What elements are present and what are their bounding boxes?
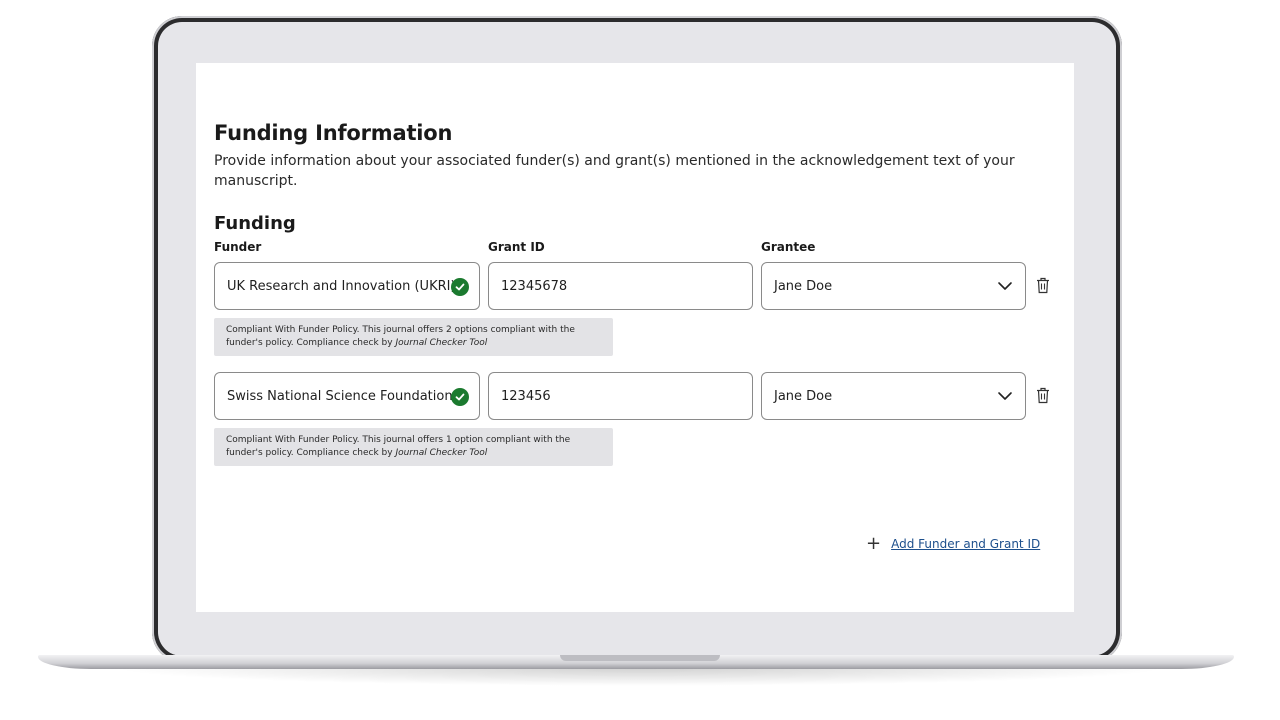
check-circle-icon: [451, 278, 469, 296]
compliance-note-tool: Journal Checker Tool: [395, 338, 488, 348]
page-title: Funding Information: [214, 121, 453, 145]
grantee-value: Jane Doe: [774, 278, 833, 294]
trash-icon[interactable]: [1036, 387, 1050, 404]
column-labels: Funder Grant ID Grantee: [214, 240, 1056, 258]
grantee-select[interactable]: Jane Doe: [761, 262, 1026, 310]
laptop-notch: [560, 655, 720, 661]
grant-id-label: Grant ID: [488, 240, 545, 254]
funder-label: Funder: [214, 240, 262, 254]
compliance-note-tool: Journal Checker Tool: [395, 448, 488, 458]
funder-input[interactable]: Swiss National Science Foundation: [214, 372, 480, 420]
funder-value: UK Research and Innovation (UKRI): [227, 278, 453, 294]
trash-icon[interactable]: [1036, 277, 1050, 294]
grant-id-input[interactable]: 12345678: [488, 262, 753, 310]
grantee-label: Grantee: [761, 240, 816, 254]
section-title-funding: Funding: [214, 213, 296, 234]
funder-value: Swiss National Science Foundation: [227, 388, 453, 404]
funding-row: UK Research and Innovation (UKRI) 123456…: [214, 262, 1056, 310]
plus-icon: +: [866, 533, 882, 554]
add-funder-link[interactable]: + Add Funder and Grant ID: [866, 535, 1040, 553]
chevron-down-icon: [998, 282, 1012, 290]
screen: Funding Information Provide information …: [196, 63, 1074, 612]
grant-id-value: 12345678: [501, 278, 568, 294]
compliance-note: Compliant With Funder Policy. This journ…: [214, 428, 613, 466]
chevron-down-icon: [998, 392, 1012, 400]
funding-row: Swiss National Science Foundation 123456…: [214, 372, 1056, 420]
funding-form: Funding Information Provide information …: [214, 121, 1056, 466]
grant-id-value: 123456: [501, 388, 551, 404]
add-funder-label: Add Funder and Grant ID: [891, 537, 1041, 551]
laptop-shadow: [110, 668, 1170, 686]
grant-id-input[interactable]: 123456: [488, 372, 753, 420]
compliance-note: Compliant With Funder Policy. This journ…: [214, 318, 613, 356]
grantee-value: Jane Doe: [774, 388, 833, 404]
grantee-select[interactable]: Jane Doe: [761, 372, 1026, 420]
funder-input[interactable]: UK Research and Innovation (UKRI): [214, 262, 480, 310]
check-circle-icon: [451, 388, 469, 406]
page-description: Provide information about your associate…: [214, 153, 1015, 189]
